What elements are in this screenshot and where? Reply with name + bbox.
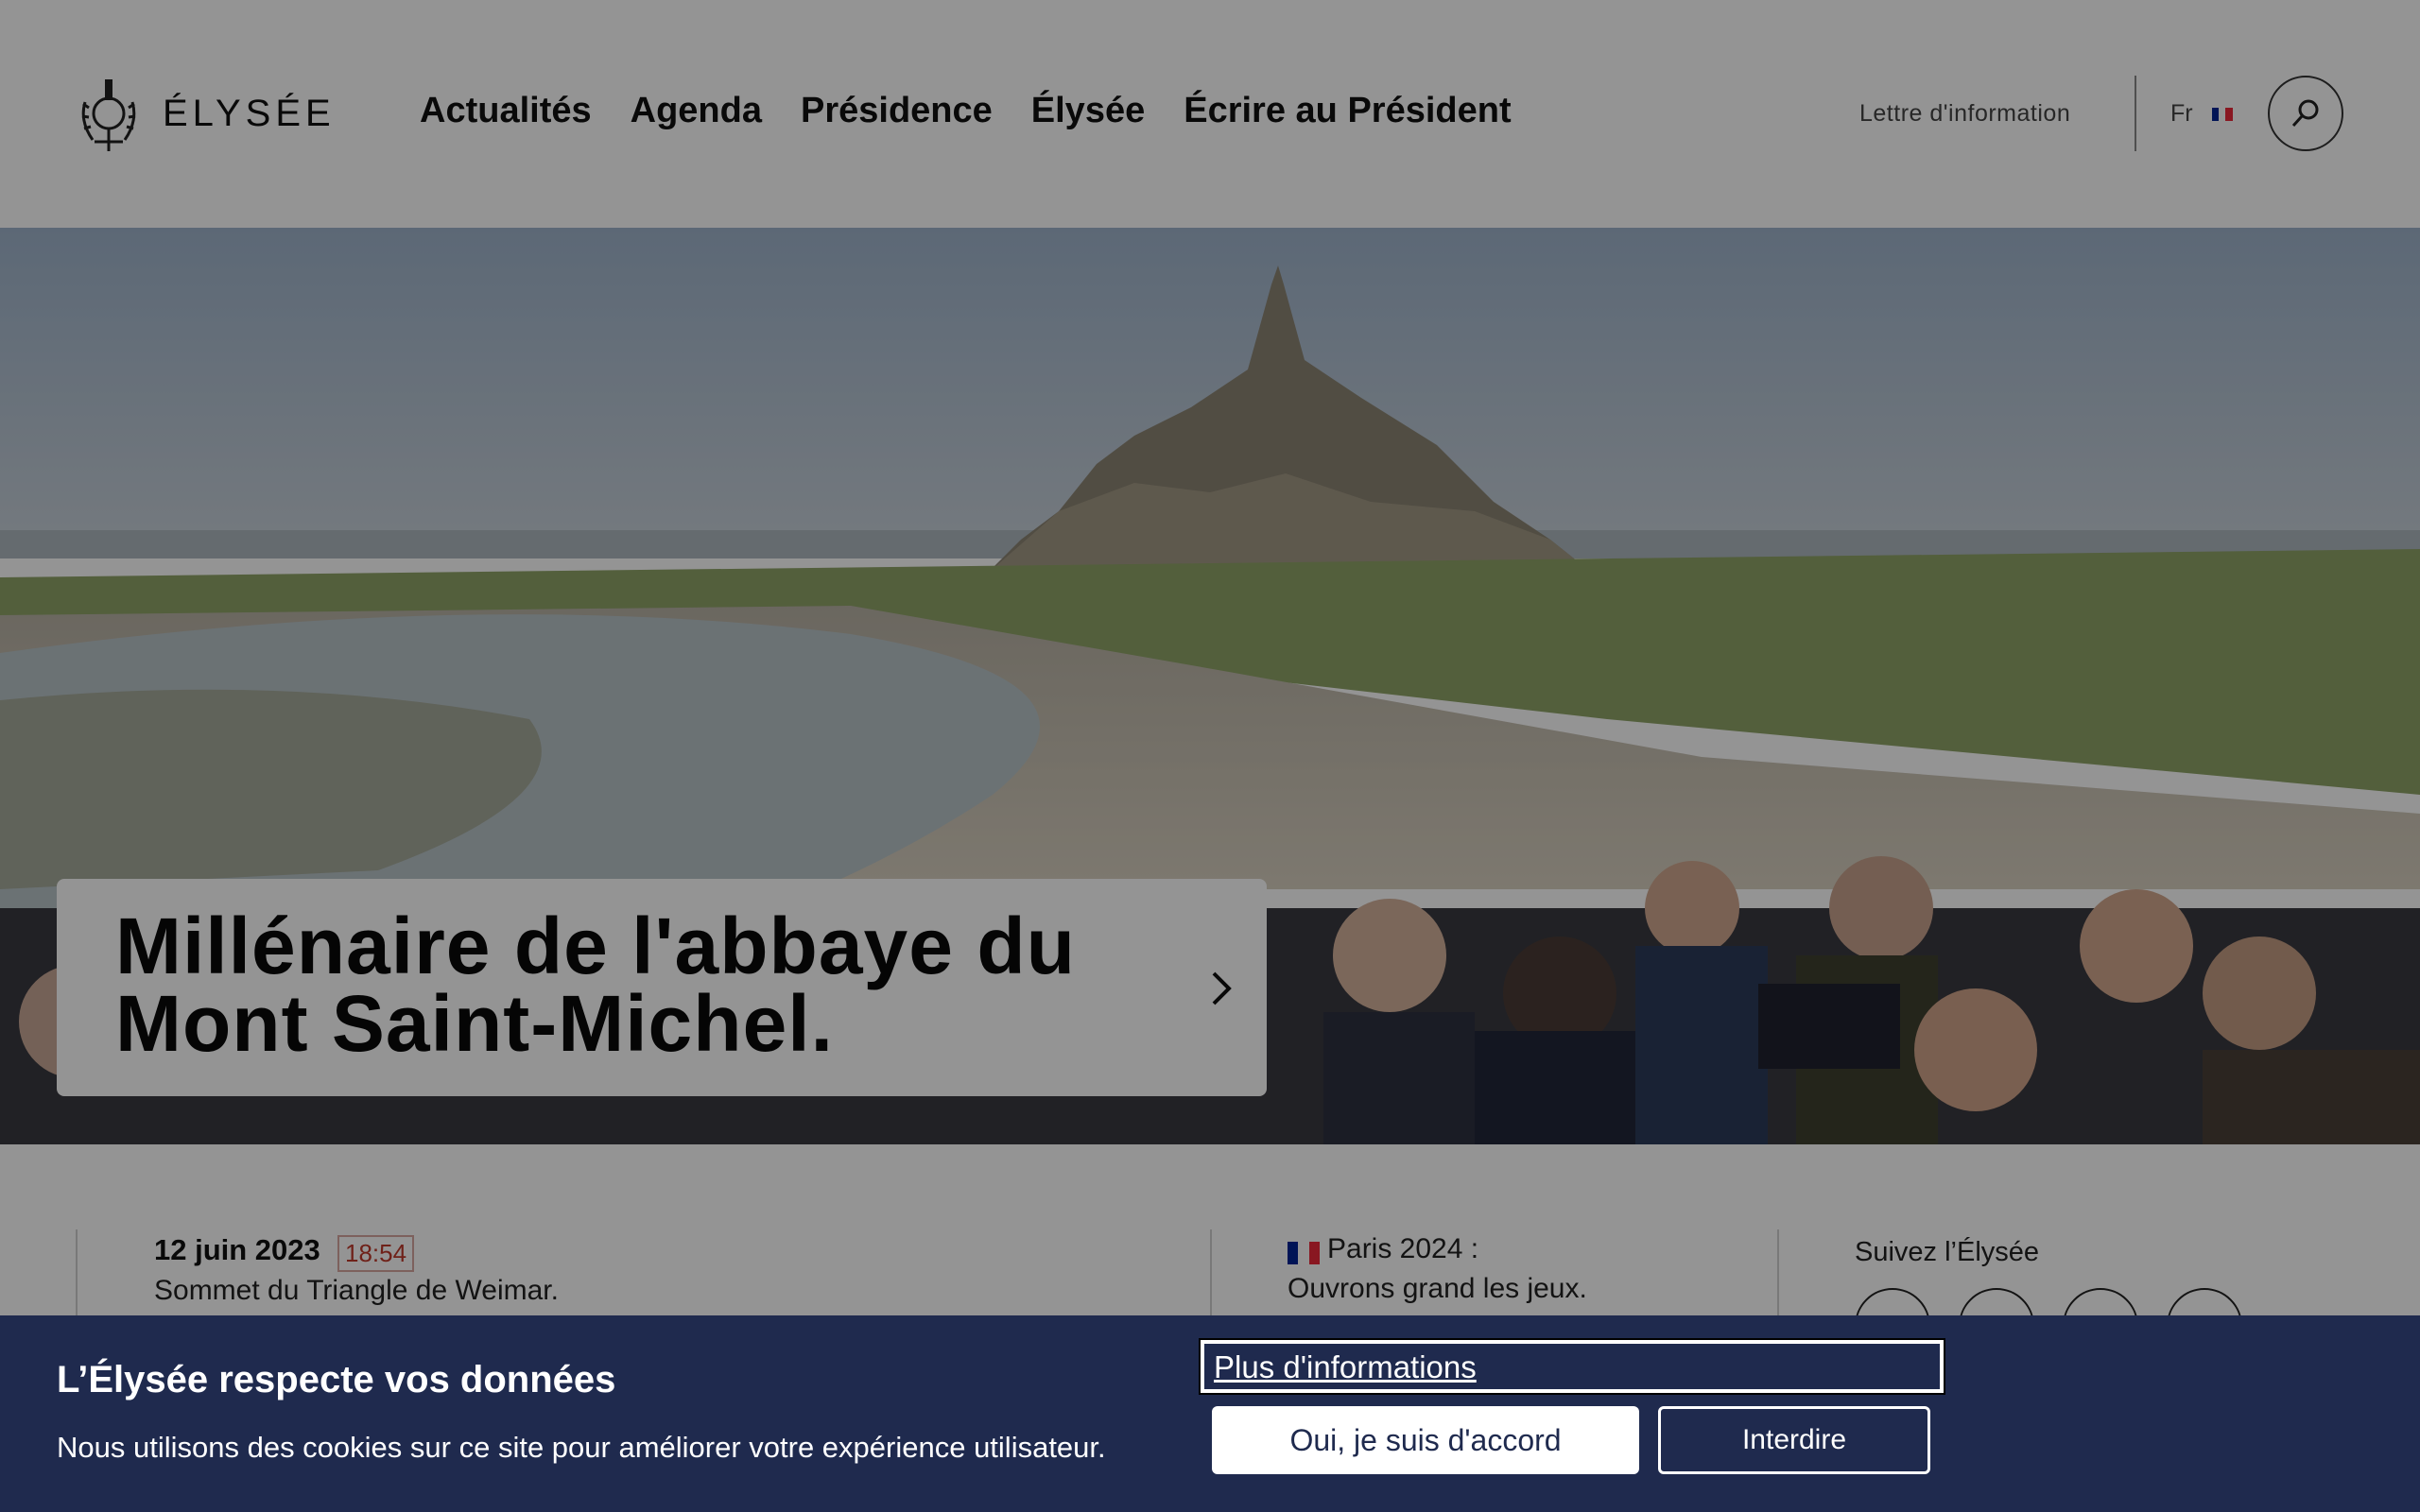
accept-cookies-button[interactable]: Oui, je suis d'accord [1212, 1406, 1639, 1474]
deny-cookies-button[interactable]: Interdire [1658, 1406, 1930, 1474]
cookie-title: L’Élysée respecte vos données [57, 1359, 616, 1400]
cookie-description: Nous utilisons des cookies sur ce site p… [57, 1431, 1106, 1464]
modal-overlay [0, 0, 2420, 1512]
cookie-banner: L’Élysée respecte vos données Nous utili… [0, 1315, 2420, 1512]
more-info-link[interactable]: Plus d'informations [1199, 1338, 1945, 1395]
